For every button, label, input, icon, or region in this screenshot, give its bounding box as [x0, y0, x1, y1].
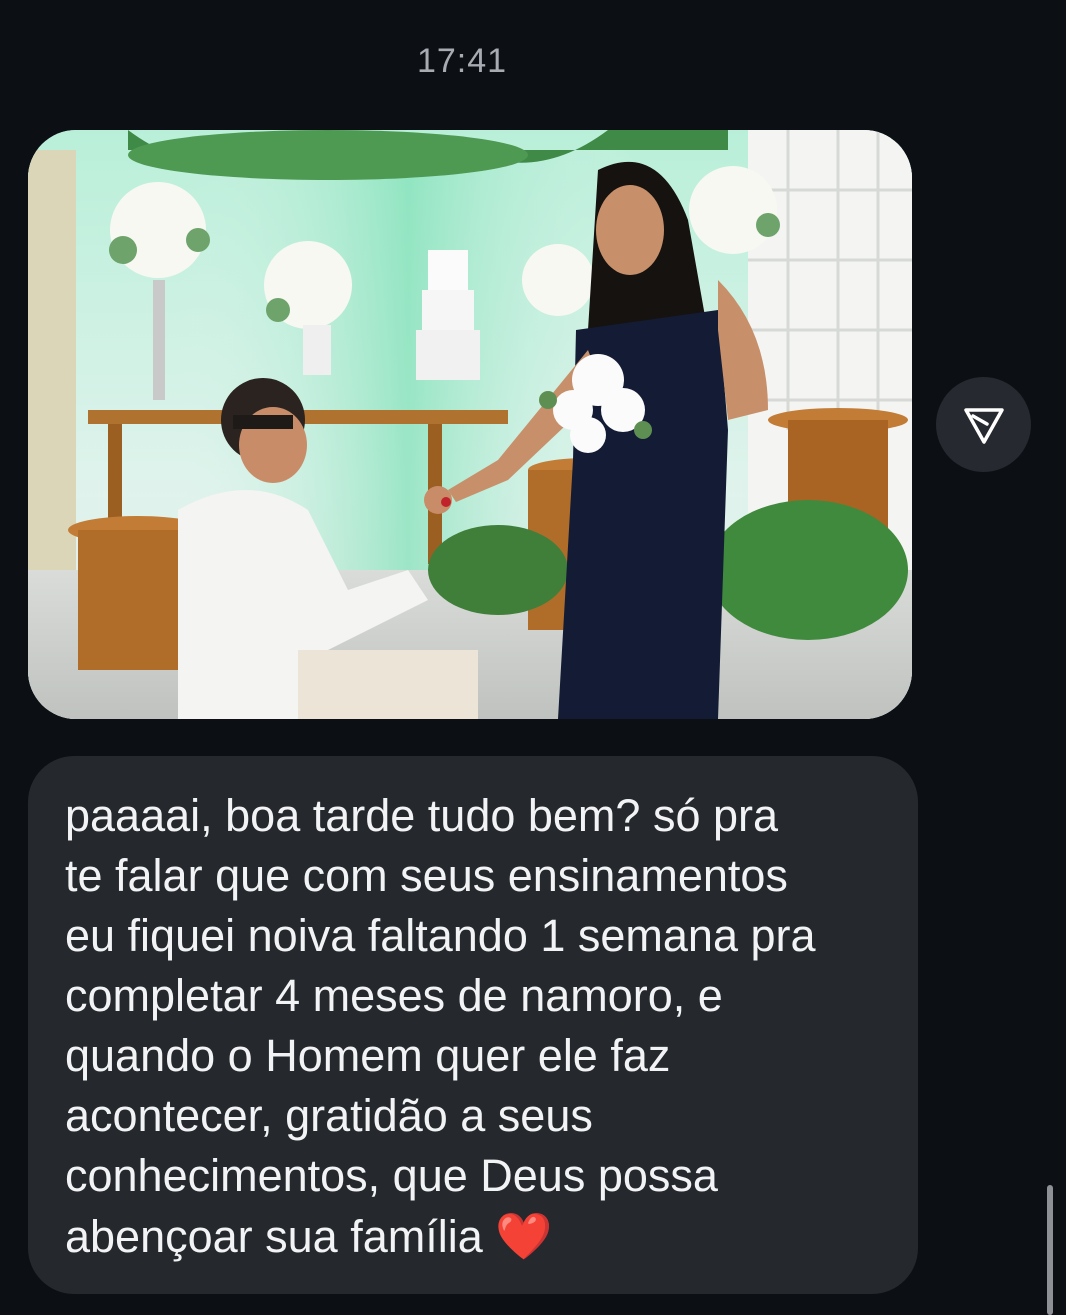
chat-screen: 17:41 paaaai, boa tarde tudo bem? só pra…: [0, 0, 1066, 1315]
message-line: conhecimentos, que Deus possa: [65, 1150, 718, 1201]
message-line: paaaai, boa tarde tudo bem? só pra: [65, 790, 779, 841]
message-line: acontecer, gratidão a seus: [65, 1090, 593, 1141]
message-line: quando o Homem quer ele faz: [65, 1030, 671, 1081]
send-triangle-icon: [963, 407, 1004, 444]
message-timestamp: 17:41: [416, 42, 508, 80]
message-line-last: abençoar sua família ❤️: [65, 1206, 882, 1267]
heart-emoji-icon: ❤️: [495, 1210, 553, 1262]
share-button[interactable]: [936, 377, 1031, 472]
message-line: eu fiquei noiva faltando 1 semana pra: [65, 910, 816, 961]
message-line: completar 4 meses de namoro, e: [65, 970, 723, 1021]
text-message-bubble[interactable]: paaaai, boa tarde tudo bem? só pra te fa…: [28, 756, 918, 1294]
message-line: te falar que com seus ensinamentos: [65, 850, 788, 901]
scrollbar[interactable]: [1047, 1185, 1053, 1315]
photo-image: [28, 130, 912, 719]
message-line: abençoar sua família: [65, 1211, 483, 1262]
photo-message[interactable]: [28, 130, 912, 719]
